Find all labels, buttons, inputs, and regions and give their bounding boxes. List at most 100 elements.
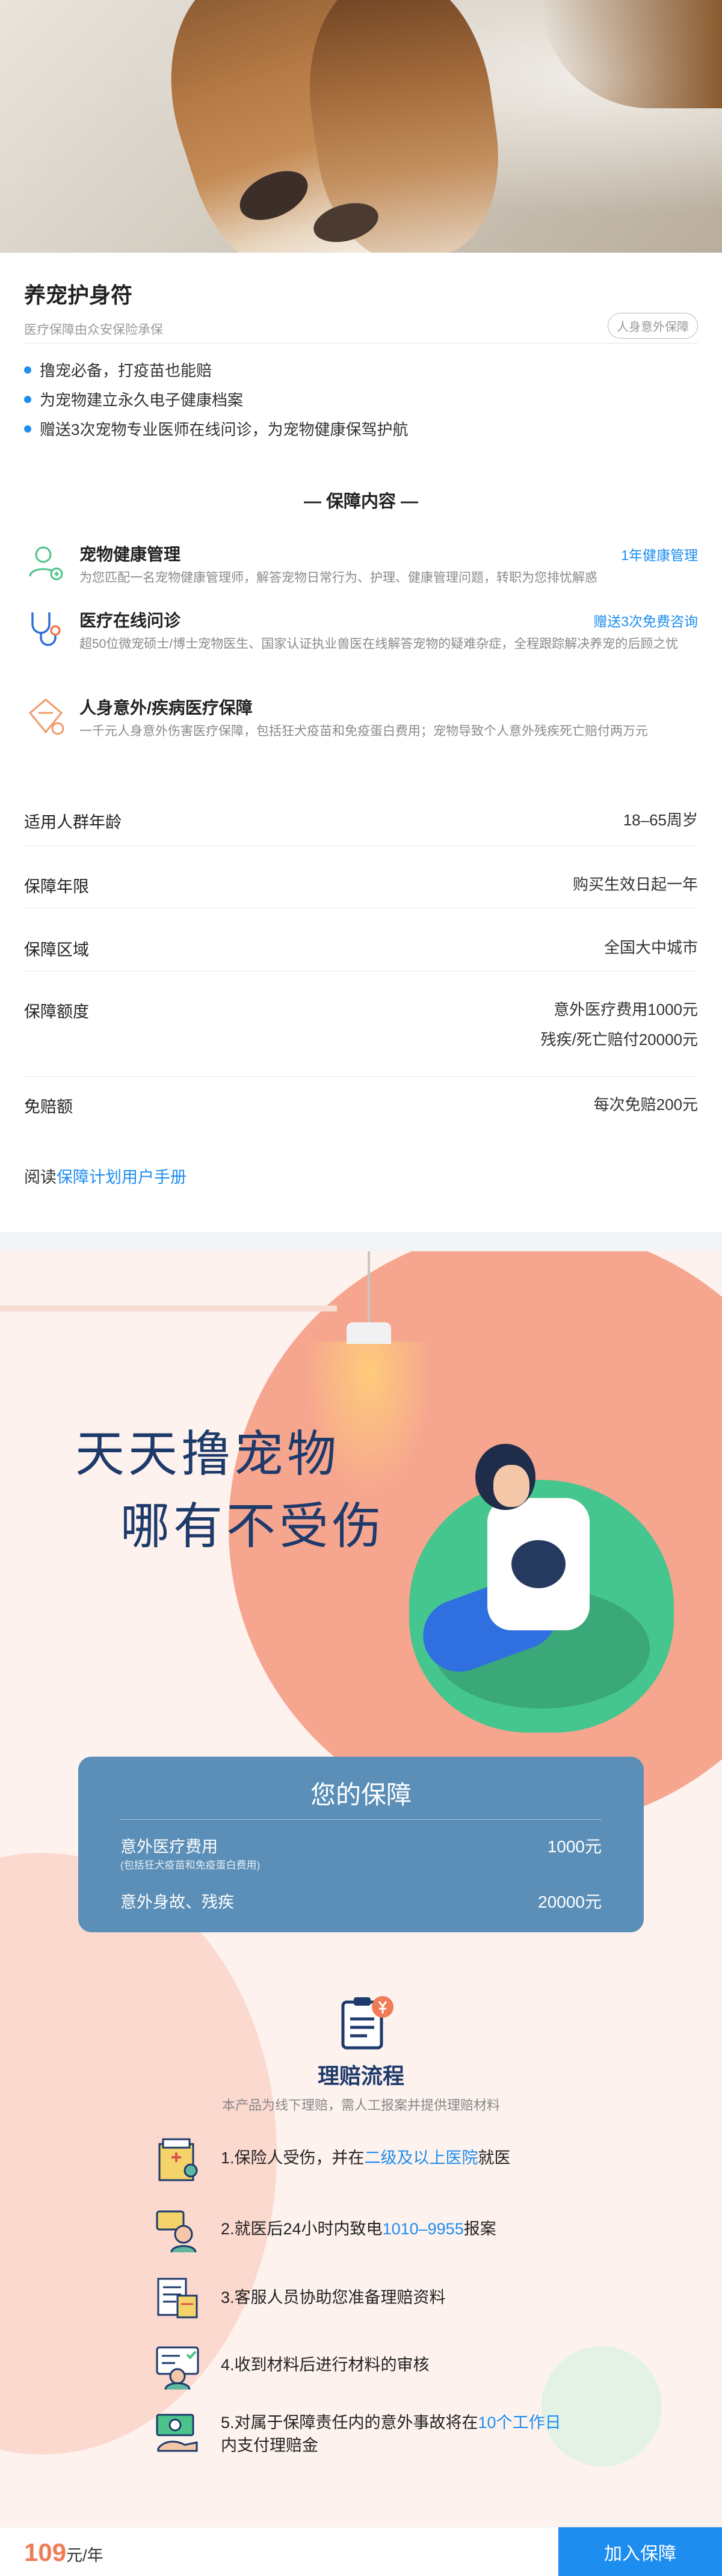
info-row-term: 保障年限 购买生效日起一年 [24, 874, 698, 908]
info-key: 保障年限 [24, 878, 89, 896]
step-text-highlight: 1010–9955 [382, 2220, 464, 2238]
product-subtitle: 医疗保障由众安保险承保 [24, 323, 163, 337]
panel-row-sub: (包括狂犬疫苗和免疫蛋白费用) [120, 1860, 261, 1871]
divider [24, 343, 698, 344]
your-coverage-panel: 您的保障 意外医疗费用 (包括狂犬疫苗和免疫蛋白费用) 1000元 意外身故、残… [78, 1757, 644, 1932]
coverage-item: 医疗在线问诊 赠送3次免费咨询 超50位微宠硕士/博士宠物医生、国家认证执业兽医… [24, 608, 698, 674]
product-tag: 人身意外保障 [608, 313, 698, 339]
price-unit: 元/年 [66, 2547, 103, 2565]
info-value: 每次免赔200元 [593, 1095, 698, 1114]
step-text-post: 报案 [463, 2220, 496, 2238]
price-display: 109元/年 [24, 2538, 103, 2567]
info-key: 保障区域 [24, 941, 89, 959]
join-button[interactable]: 加入保障 [558, 2527, 722, 2576]
read-prefix: 阅读 [24, 1168, 57, 1186]
review-icon [156, 2346, 199, 2390]
highlights-list: 撸宠必备，打疫苗也能赔 为宠物建立永久电子健康档案 赠送3次宠物专业医师在线问诊… [24, 355, 698, 443]
info-row-deductible: 免赔额 每次免赔200元 [24, 1094, 698, 1130]
info-key: 适用人群年龄 [24, 813, 122, 831]
claim-step-text: 5.对属于保障责任内的意外事故将在10个工作日内支付理赔金 [221, 2411, 636, 2457]
highlight-item: 撸宠必备，打疫苗也能赔 [24, 355, 698, 384]
claim-step: 2.就医后24小时内致电1010–9955报案 [153, 2205, 635, 2254]
panel-row-label: 意外身故、残疾 [120, 1893, 234, 1911]
documents-icon [157, 2278, 198, 2319]
step-text-pre: 4.收到材料后进行材料的审核 [221, 2356, 430, 2374]
claim-step: 1.保险人受伤，并在二级及以上医院就医 [153, 2136, 635, 2184]
info-row-region: 保障区域 全国大中城市 [24, 937, 698, 972]
panel-row-value: 1000元 [547, 1837, 602, 1856]
info-row-age: 适用人群年龄 18–65周岁 [24, 809, 698, 846]
coverage-desc: 一千元人身意外伤害医疗保障，包括狂犬疫苗和免疫蛋白费用；宠物导致个人意外残疾死亡… [79, 724, 648, 738]
highlight-item: 为宠物建立永久电子健康档案 [24, 384, 698, 414]
payment-icon [156, 2414, 198, 2452]
slogan-line1: 天天撸宠物 [75, 1426, 341, 1483]
panel-row-value: 20000元 [538, 1893, 602, 1911]
decor-bar [0, 1305, 337, 1311]
claim-step: 3.客服人员协助您准备理赔资料 [153, 2274, 635, 2322]
phone-call-icon [156, 2210, 197, 2253]
bullet-dot-icon [24, 366, 31, 374]
step-text-highlight: 二级及以上医院 [364, 2149, 478, 2167]
lamp-icon [347, 1322, 391, 1344]
highlight-text: 为宠物建立永久电子健康档案 [40, 391, 244, 409]
hero-image [0, 0, 722, 253]
product-title: 养宠护身符 [24, 283, 133, 307]
hospital-icon [158, 2138, 198, 2181]
claim-step: 4.收到材料后进行材料的审核 [153, 2341, 635, 2390]
coverage-item: 人身意外/疾病医疗保障 一千元人身意外伤害医疗保障，包括狂犬疫苗和免疫蛋白费用；… [24, 695, 698, 761]
coverage-tag: 1年健康管理 [621, 547, 698, 563]
bullet-dot-icon [24, 425, 31, 433]
step-text-post: 内支付理赔金 [221, 2436, 318, 2454]
step-text-highlight: 10个工作日 [478, 2414, 561, 2432]
section-divider [0, 1232, 722, 1251]
bullet-dot-icon [24, 395, 31, 403]
coverage-name: 人身意外/疾病医疗保障 [79, 698, 253, 717]
info-value-line: 意外医疗费用1000元 [554, 1000, 698, 1018]
info-value: 购买生效日起一年 [572, 875, 698, 893]
panel-row-label: 意外医疗费用 [120, 1838, 218, 1856]
info-value: 18–65周岁 [623, 811, 698, 829]
user-manual-link[interactable]: 保障计划用户手册 [57, 1168, 187, 1186]
stethoscope-icon [31, 612, 61, 646]
bottom-bar: 109元/年 加入保障 [0, 2527, 722, 2576]
step-text-pre: 1.保险人受伤，并在 [221, 2149, 365, 2167]
step-text-post: 就医 [478, 2149, 511, 2167]
divider [120, 1819, 602, 1820]
coverage-desc: 超50位微宠硕士/博士宠物医生、国家认证执业兽医在线解答宠物的疑难杂症，全程跟踪… [79, 637, 679, 651]
coverage-desc: 为您匹配一名宠物健康管理师，解答宠物日常行为、护理、健康管理问题，转职为您排忧解… [79, 571, 597, 585]
coverage-name: 宠物健康管理 [79, 545, 181, 564]
info-value: 意外医疗费用1000元 残疾/死亡赔付20000元 [540, 994, 698, 1055]
highlight-text: 赠送3次宠物专业医师在线问诊，为宠物健康保驾护航 [40, 421, 409, 439]
panel-title: 您的保障 [310, 1781, 412, 1809]
read-manual: 阅读保障计划用户手册 [24, 1164, 187, 1188]
claim-step-text: 3.客服人员协助您准备理赔资料 [221, 2286, 636, 2309]
shield-diamond-icon [28, 698, 64, 735]
promo-section: 天天撸宠物 哪有不受伤 您的保障 意外医疗费用 (包括狂犬疫苗和免疫蛋白费用) … [0, 1251, 722, 2527]
coverage-heading: — 保障内容 — [303, 492, 419, 511]
info-key: 保障额度 [24, 1003, 89, 1021]
claims-title: 理赔流程 [317, 2063, 404, 2088]
slogan-line2: 哪有不受伤 [120, 1498, 386, 1555]
pet-illustration [511, 1540, 566, 1588]
highlight-item: 赠送3次宠物专业医师在线问诊，为宠物健康保驾护航 [24, 414, 698, 443]
info-value: 全国大中城市 [603, 938, 698, 957]
info-row-amount: 保障额度 意外医疗费用1000元 残疾/死亡赔付20000元 [24, 999, 698, 1077]
coverage-tag: 赠送3次免费咨询 [593, 614, 698, 629]
coverage-item: 宠物健康管理 1年健康管理 为您匹配一名宠物健康管理师，解答宠物日常行为、护理、… [24, 541, 698, 602]
person-health-icon [29, 546, 63, 581]
info-value-line: 残疾/死亡赔付20000元 [540, 1031, 698, 1049]
lamp-cord [368, 1251, 370, 1323]
step-text-pre: 5.对属于保障责任内的意外事故将在 [221, 2414, 478, 2432]
step-text-pre: 3.客服人员协助您准备理赔资料 [221, 2288, 446, 2306]
highlight-text: 撸宠必备，打疫苗也能赔 [40, 362, 212, 380]
claims-document-icon [341, 1996, 393, 2050]
product-header: 养宠护身符 医疗保障由众安保险承保 人身意外保障 [24, 278, 698, 344]
coverage-name: 医疗在线问诊 [79, 611, 181, 630]
step-text-pre: 2.就医后24小时内致电 [221, 2220, 383, 2238]
person-face [493, 1465, 529, 1507]
claim-step-text: 2.就医后24小时内致电1010–9955报案 [221, 2217, 636, 2240]
claim-step: 5.对属于保障责任内的意外事故将在10个工作日内支付理赔金 [153, 2409, 635, 2463]
claim-step-text: 4.收到材料后进行材料的审核 [221, 2353, 636, 2376]
info-key: 免赔额 [24, 1098, 73, 1116]
claims-subtitle: 本产品为线下理赔，需人工报案并提供理赔材料 [221, 2098, 500, 2113]
